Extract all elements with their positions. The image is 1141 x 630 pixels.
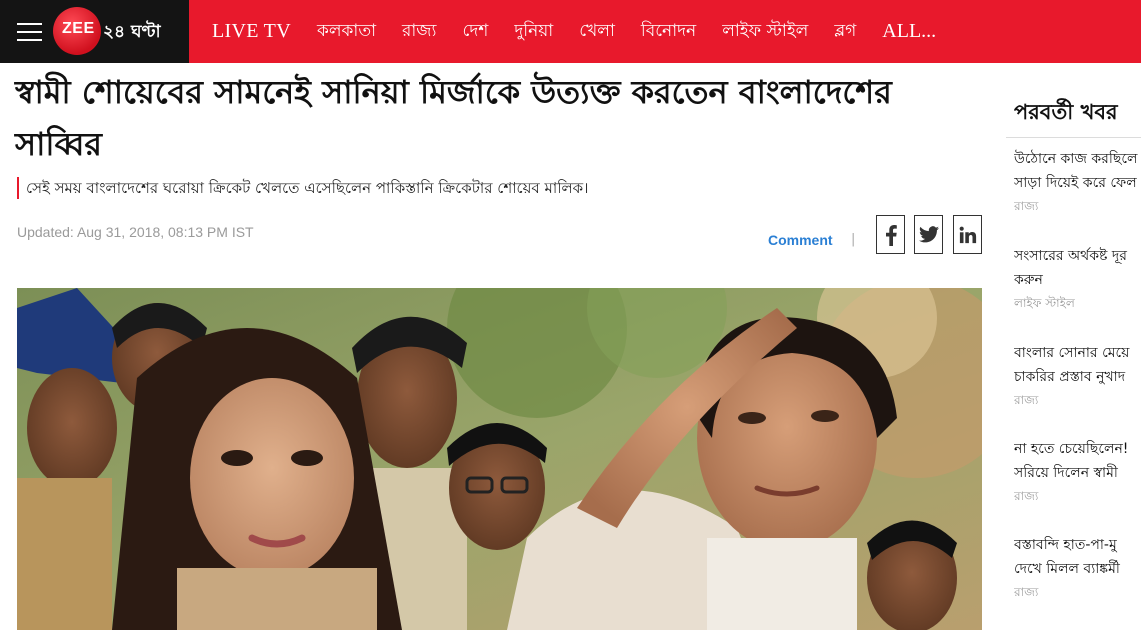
site-logo[interactable]: ZEE ২৪ ঘণ্টা (53, 7, 181, 55)
sidebar-divider (1006, 137, 1141, 138)
sidebar-item-headline-line2: চাকরির প্রস্তাব নুখাদ (1014, 369, 1126, 385)
sidebar-item-category[interactable]: রাজ্য (1014, 488, 1141, 508)
sidebar-news-item[interactable]: বস্তাবন্দি হাত-পা-মু দেখে মিলল ব্যাঙ্কর্… (1014, 533, 1141, 604)
separator: | (851, 232, 856, 247)
nav-item-sports[interactable]: খেলা (579, 18, 615, 46)
sidebar-item-category[interactable]: রাজ্য (1014, 198, 1141, 218)
logo-brand-text: ZEE (62, 20, 95, 37)
logo-tag-text: ২৪ ঘণ্টা (103, 22, 161, 42)
article-headline: স্বামী শোয়েবের সামনেই সানিয়া মির্জাকে … (15, 73, 892, 163)
article-summary: সেই সময় বাংলাদেশের ঘরোয়া ক্রিকেট খেলতে… (17, 177, 986, 199)
nav-item-world[interactable]: দুনিয়া (514, 18, 553, 46)
top-navigation-bar: ZEE ২৪ ঘণ্টা LIVE TV কলকাতা রাজ্য দেশ দু… (0, 0, 1141, 63)
sidebar-item-category[interactable]: রাজ্য (1014, 392, 1141, 412)
twitter-icon (918, 226, 939, 243)
updated-timestamp: Updated: Aug 31, 2018, 08:13 PM IST (17, 224, 254, 240)
nav-item-entertainment[interactable]: বিনোদন (641, 18, 696, 46)
nav-item-all[interactable]: ALL... (882, 20, 936, 43)
main-nav: LIVE TV কলকাতা রাজ্য দেশ দুনিয়া খেলা বি… (199, 0, 949, 63)
sidebar-item-headline-line1: উঠোনে কাজ করছিলে (1014, 151, 1138, 167)
twitter-share-button[interactable] (914, 215, 943, 254)
hero-photo-illustration (17, 288, 982, 630)
sidebar-item-category[interactable]: লাইফ স্টাইল (1014, 295, 1141, 315)
brand-box: ZEE ২৪ ঘণ্টা (0, 0, 189, 63)
nav-item-state[interactable]: রাজ্য (402, 18, 436, 46)
nav-item-country[interactable]: দেশ (462, 18, 488, 46)
sidebar-item-headline-line2: সাড়া দিয়েই করে ফেল (1014, 175, 1137, 191)
sidebar-news-item[interactable]: বাংলার সোনার মেয়ে চাকরির প্রস্তাব নুখাদ… (1014, 341, 1141, 412)
linkedin-icon (959, 226, 976, 243)
sidebar-item-headline-line1: না হতে চেয়েছিলেন! (1014, 441, 1129, 457)
sidebar-item-headline-line2: করুন (1014, 272, 1043, 288)
sidebar-news-item[interactable]: উঠোনে কাজ করছিলে সাড়া দিয়েই করে ফেল রা… (1014, 147, 1141, 218)
nav-item-lifestyle[interactable]: লাইফ স্টাইল (722, 18, 808, 46)
nav-item-blog[interactable]: ব্লগ (834, 18, 856, 46)
sidebar-news-item[interactable]: না হতে চেয়েছিলেন! সরিয়ে দিলেন স্বামী র… (1014, 437, 1141, 508)
sidebar-title: পরবর্তী খবর (1014, 100, 1118, 124)
sidebar-item-category[interactable]: রাজ্য (1014, 584, 1141, 604)
comment-link[interactable]: Comment (768, 232, 833, 248)
nav-item-live-tv[interactable]: LIVE TV (212, 20, 291, 43)
sidebar-item-headline-line2: সরিয়ে দিলেন স্বামী (1014, 465, 1118, 481)
facebook-share-button[interactable] (876, 215, 905, 254)
linkedin-share-button[interactable] (953, 215, 982, 254)
facebook-icon (885, 224, 897, 246)
sidebar-item-headline-line1: সংসারের অর্থকষ্ট দূর (1014, 248, 1127, 264)
article-hero-image (17, 288, 982, 630)
sidebar-item-headline-line2: দেখে মিলল ব্যাঙ্কর্মী (1014, 561, 1120, 577)
sidebar-item-headline-line1: বাংলার সোনার মেয়ে (1014, 345, 1130, 361)
sidebar-news-item[interactable]: সংসারের অর্থকষ্ট দূর করুন লাইফ স্টাইল (1014, 244, 1141, 315)
sidebar-item-headline-line1: বস্তাবন্দি হাত-পা-মু (1014, 537, 1117, 553)
hamburger-menu-icon[interactable] (17, 23, 42, 41)
nav-item-kolkata[interactable]: কলকাতা (317, 18, 376, 46)
